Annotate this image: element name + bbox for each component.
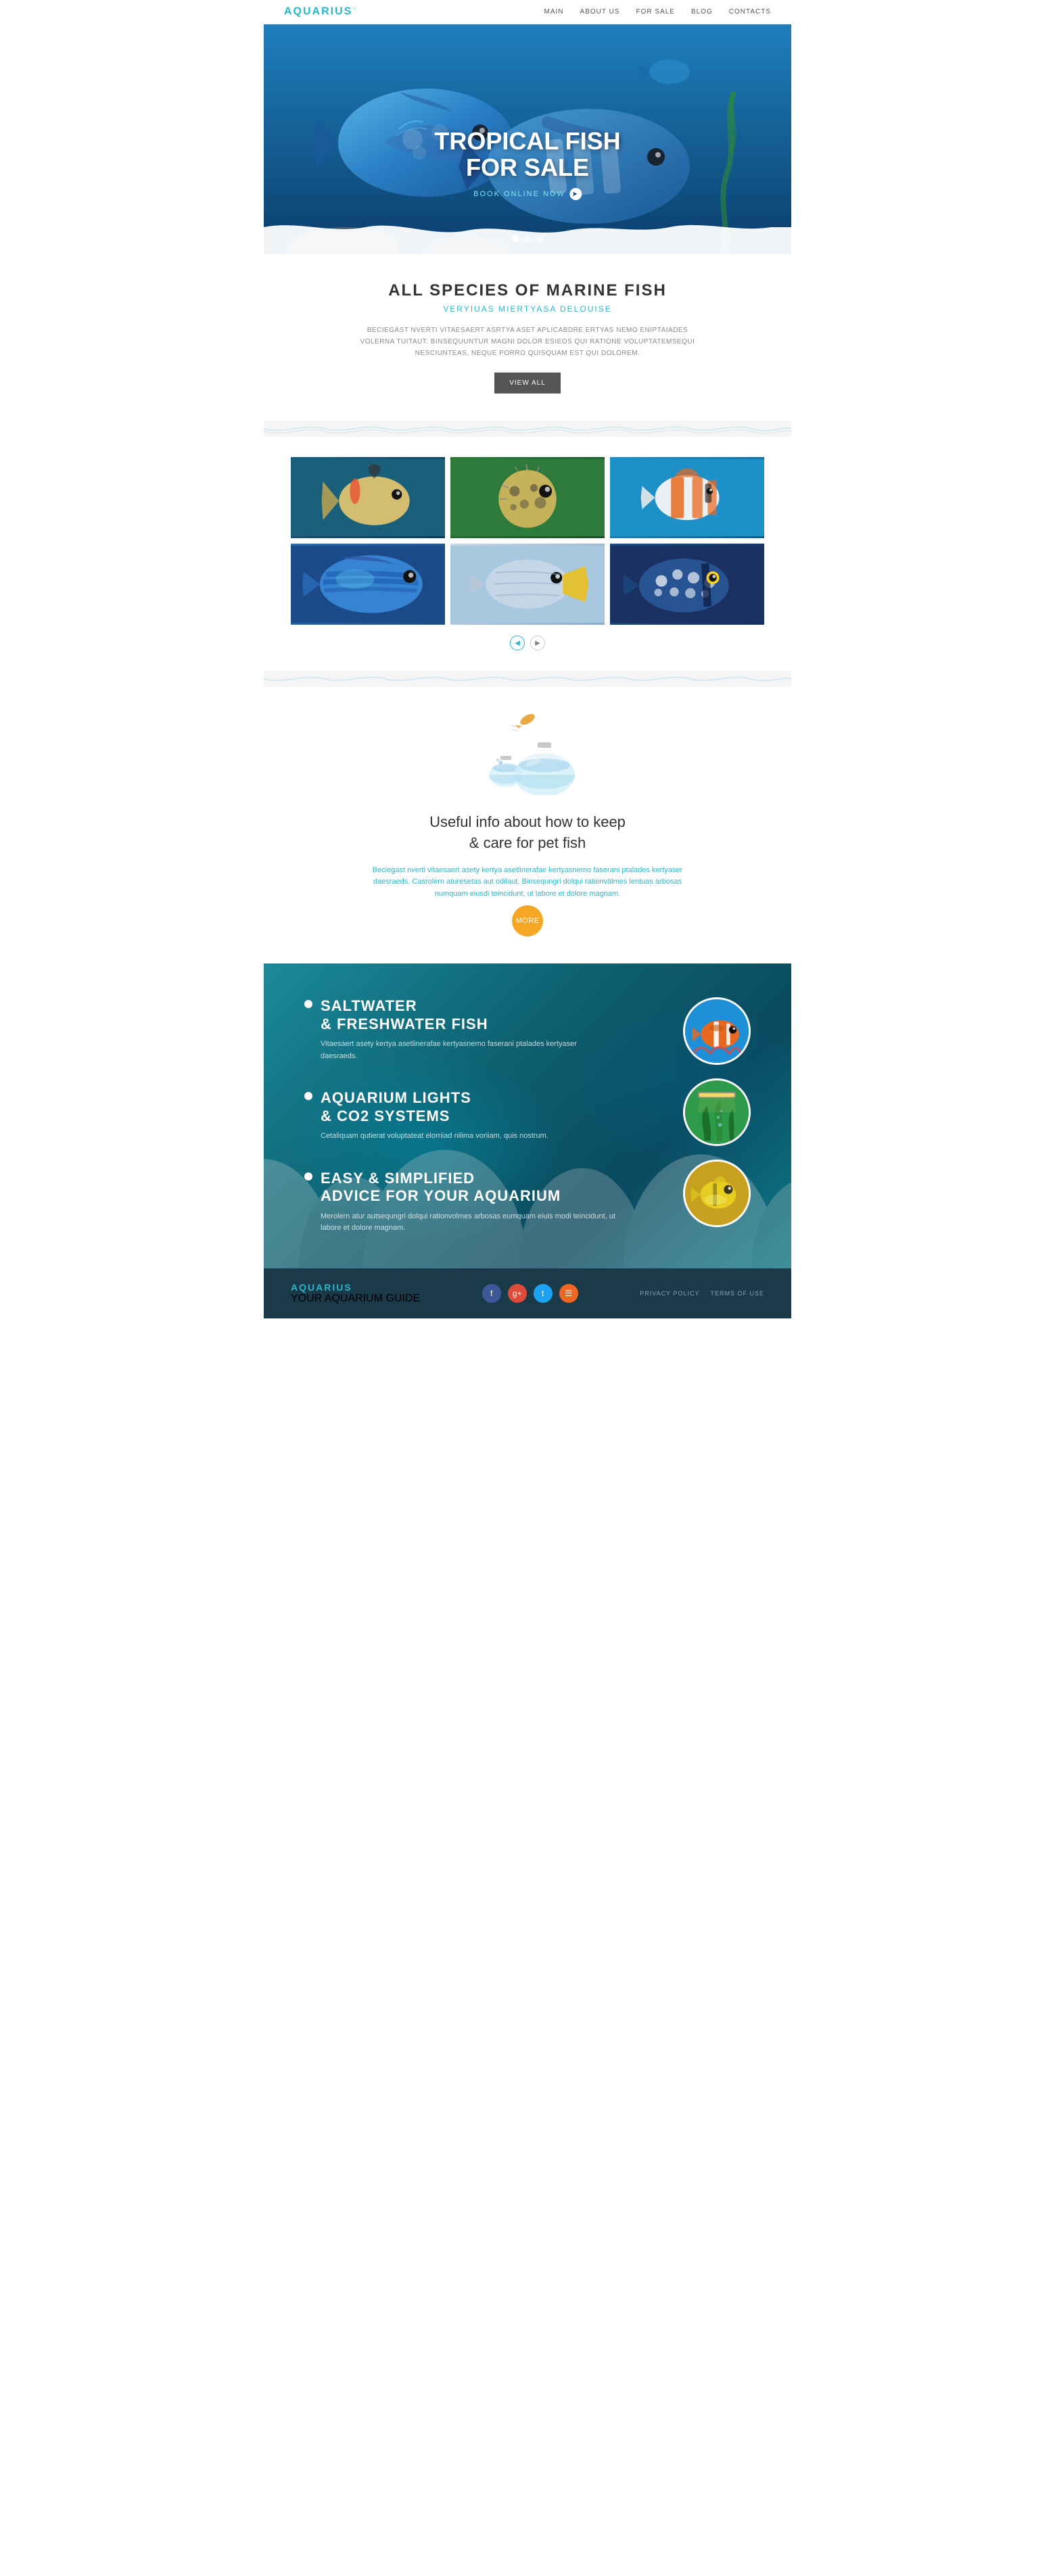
cta-arrow: ➤ [569,188,582,200]
gallery-item-6[interactable] [610,544,764,625]
features-circles [629,997,751,1234]
hero-dots [512,235,543,242]
gallery-item-2[interactable] [450,457,605,538]
logo-text: AQUARIUS [284,6,352,18]
bullet-3 [304,1172,312,1180]
footer-links: PRIVACY POLICY TERMS OF USE [640,1290,764,1297]
feature-desc-1: Vitaesaert asety kertya asetlinerafae ke… [304,1039,615,1062]
wave-divider-bottom [264,671,791,687]
rss-icon[interactable]: ☰ [559,1284,578,1303]
feature-heading-3: EASY & SIMPLIFIEDADVICE FOR YOUR AQUARIU… [321,1170,561,1206]
dot-3[interactable] [536,235,543,242]
features-section: SALTWATER& FRESHWATER FISH Vitaesaert as… [264,963,791,1268]
features-list: SALTWATER& FRESHWATER FISH Vitaesaert as… [304,997,615,1234]
feature-heading-1: SALTWATER& FRESHWATER FISH [321,997,488,1033]
nav-blog[interactable]: BLOG [691,8,713,16]
footer-privacy[interactable]: PRIVACY POLICY [640,1290,699,1297]
feature-title-3: EASY & SIMPLIFIEDADVICE FOR YOUR AQUARIU… [304,1170,615,1206]
logo: AQUARIUS○ [284,5,357,18]
main-nav: MAIN ABOUT US FOR SALE BLOG CONTACTS [544,8,771,16]
google-plus-icon[interactable]: g+ [508,1284,527,1303]
species-subtitle: VERYIUAS MIERTYASA DELOUISE [318,304,737,314]
features-grid: SALTWATER& FRESHWATER FISH Vitaesaert as… [304,997,751,1234]
care-subtitle: Beciegast nverti vitaesaert asety kertya… [372,865,683,901]
care-heading: Useful info about how to keep& care for … [304,812,751,854]
species-heading: ALL SPECIES OF MARINE FISH [318,281,737,300]
feature-heading-2: AQUARIUM LIGHTS& CO2 SYSTEMS [321,1089,471,1125]
more-button[interactable]: more [512,905,543,936]
bullet-2 [304,1092,312,1100]
gallery-grid [291,457,764,625]
footer-terms[interactable]: TERMS OF USE [710,1290,764,1297]
fish-gallery-section: ◀ ▶ [264,437,791,671]
footer-logo: AQUARIUS [291,1282,420,1293]
nav-forsale[interactable]: FOR SALE [636,8,674,16]
dot-2[interactable] [524,235,531,242]
hero-section: TROPICAL FISH FOR SALE BOOK ONLINE NOW ➤ [264,24,791,254]
dot-1[interactable] [512,235,519,242]
feature-title-2: AQUARIUM LIGHTS& CO2 SYSTEMS [304,1089,615,1125]
nav-main[interactable]: MAIN [544,8,564,16]
hero-title: TROPICAL FISH FOR SALE [434,128,620,181]
circle-img-3 [683,1160,751,1227]
gallery-item-5[interactable] [450,544,605,625]
gallery-nav: ◀ ▶ [291,636,764,650]
nav-contacts[interactable]: CONTACTS [729,8,771,16]
feature-item-3: EASY & SIMPLIFIEDADVICE FOR YOUR AQUARIU… [304,1170,615,1235]
all-species-section: ALL SPECIES OF MARINE FISH VERYIUAS MIER… [264,254,791,421]
twitter-icon[interactable]: t [534,1284,553,1303]
nav-about[interactable]: ABOUT US [580,8,620,16]
circle-img-2 [683,1078,751,1146]
footer-brand: AQUARIUS YOUR AQUARIUM GUIDE [291,1282,420,1305]
footer: AQUARIUS YOUR AQUARIUM GUIDE f g+ t ☰ PR… [264,1268,791,1318]
gallery-item-4[interactable] [291,544,445,625]
feature-desc-3: Merolern atur autsequngri dolqui rationv… [304,1211,615,1235]
circle-img-1 [683,997,751,1065]
gallery-next-btn[interactable]: ▶ [530,636,545,650]
feature-item-2: AQUARIUM LIGHTS& CO2 SYSTEMS Cetaliquam … [304,1089,615,1142]
feature-desc-2: Cetaliquam qutierat voluptateat elorriia… [304,1130,615,1143]
view-all-button[interactable]: VIEW ALL [494,373,561,393]
gallery-prev-btn[interactable]: ◀ [510,636,525,650]
fishbowl-illustration [473,714,582,798]
gallery-item-1[interactable] [291,457,445,538]
hero-cta[interactable]: BOOK ONLINE NOW ➤ [434,188,620,200]
gallery-item-3[interactable] [610,457,764,538]
footer-social: f g+ t ☰ [482,1284,578,1303]
species-body: BECIEGAST NVERTI VITAESAERT ASRTYA ASET … [358,325,697,359]
feature-item-1: SALTWATER& FRESHWATER FISH Vitaesaert as… [304,997,615,1062]
hero-text: TROPICAL FISH FOR SALE BOOK ONLINE NOW ➤ [434,128,620,200]
facebook-icon[interactable]: f [482,1284,501,1303]
footer-tagline: YOUR AQUARIUM GUIDE [291,1293,420,1305]
care-section: Useful info about how to keep& care for … [264,687,791,963]
bullet-1 [304,1000,312,1008]
feature-title-1: SALTWATER& FRESHWATER FISH [304,997,615,1033]
wave-divider-top [264,421,791,437]
header: AQUARIUS○ MAIN ABOUT US FOR SALE BLOG CO… [264,0,791,24]
